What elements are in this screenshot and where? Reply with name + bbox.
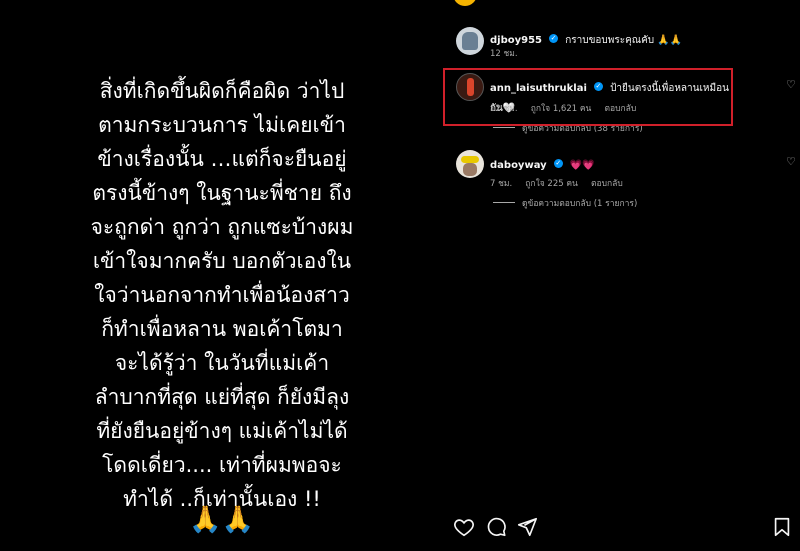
heart-icon[interactable]	[453, 516, 475, 538]
comment-time: 7 ชม.	[490, 179, 513, 189]
avatar-daboyway[interactable]	[456, 150, 484, 178]
view-replies-link[interactable]: ดูข้อความตอบกลับ (1 รายการ)	[522, 196, 637, 210]
comment-text: 💗💗	[569, 160, 595, 171]
heart-icon[interactable]: ♡	[786, 155, 796, 168]
comment-meta-row: 7 ชม. ถูกใจ 225 คน ตอบกลับ	[490, 171, 623, 190]
replies-divider	[493, 202, 515, 203]
share-icon[interactable]	[516, 516, 538, 538]
avatar-djboy955[interactable]	[456, 27, 484, 55]
post-emoji: 🙏🙏	[189, 505, 254, 535]
comment-username[interactable]: daboyway	[490, 160, 547, 171]
post-image: สิ่งที่เกิดขึ้นผิดก็คือผิด ว่าไป ตามกระบ…	[0, 0, 443, 551]
reply-button[interactable]: ตอบกลับ	[591, 179, 623, 189]
comment-likes[interactable]: ถูกใจ 225 คน	[525, 179, 578, 189]
heart-icon[interactable]: ♡	[786, 78, 796, 91]
comment-icon[interactable]	[485, 516, 507, 538]
verified-badge-icon: ✓	[553, 159, 563, 168]
comment-djboy955: djboy955 ✓ กราบขอบพระคุณคับ 🙏🙏	[490, 28, 800, 48]
comment-text: กราบขอบพระคุณคับ 🙏🙏	[565, 35, 683, 46]
comment-time: 12 ชม.	[490, 49, 518, 59]
top-avatar[interactable]	[453, 0, 477, 6]
post-action-bar	[453, 516, 793, 540]
comment-username[interactable]: djboy955	[490, 35, 542, 46]
comment-daboyway: daboyway ✓ 💗💗	[490, 153, 800, 172]
bookmark-icon[interactable]	[771, 516, 793, 538]
post-caption-text: สิ่งที่เกิดขึ้นผิดก็คือผิด ว่าไป ตามกระบ…	[90, 79, 354, 511]
highlight-box	[443, 68, 733, 126]
verified-badge-icon: ✓	[549, 34, 559, 43]
replies-divider	[493, 127, 515, 128]
